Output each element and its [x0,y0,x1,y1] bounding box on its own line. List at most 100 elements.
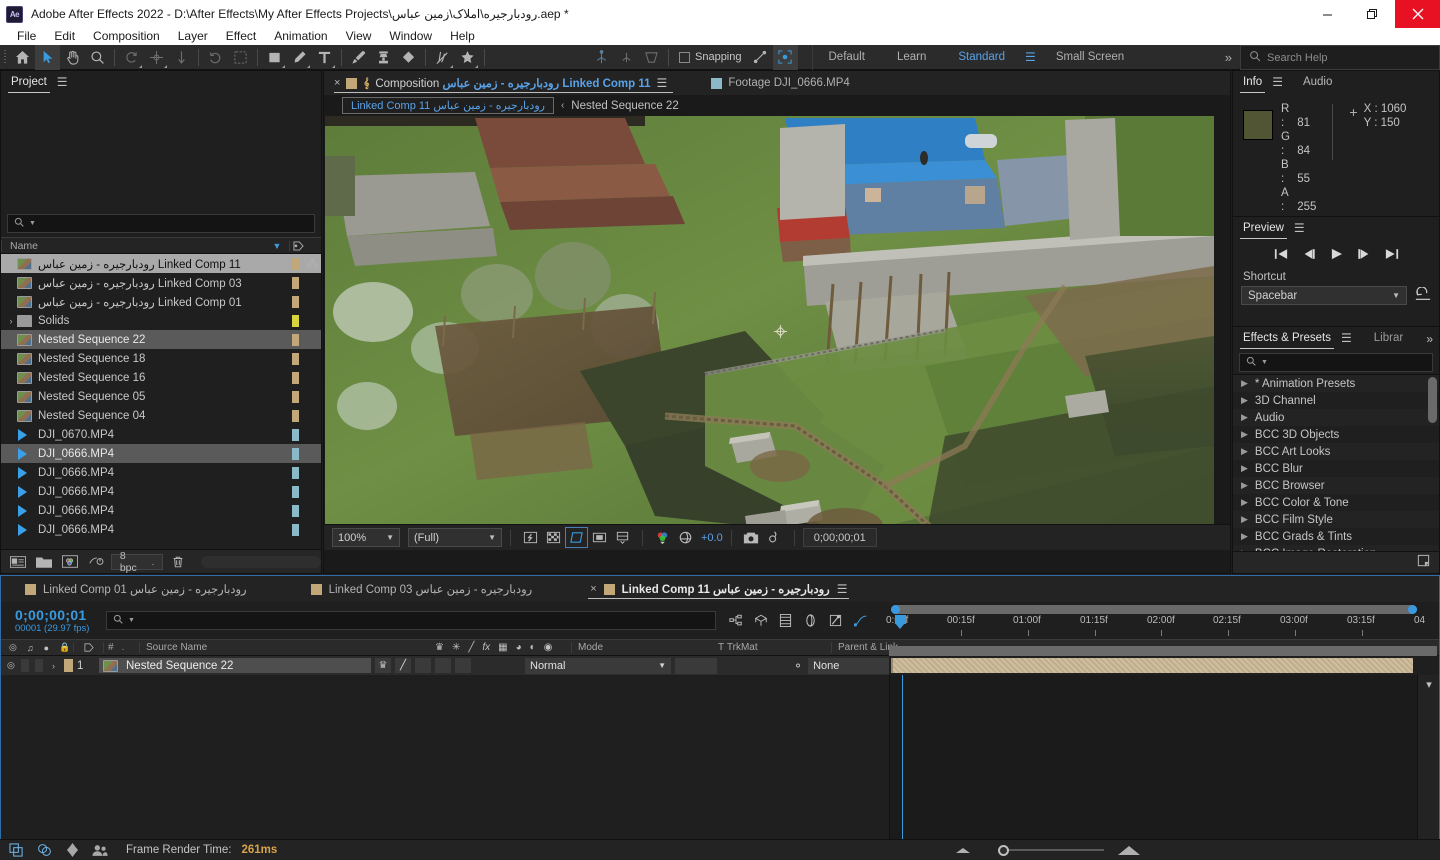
selection-tool-icon[interactable] [35,44,60,70]
project-footer-scrollbar[interactable] [201,555,322,568]
list-item[interactable]: ▶ * Animation Presets [1233,375,1439,392]
pickwhip-icon[interactable]: ⚬ [793,659,803,673]
menu-animation[interactable]: Animation [265,28,336,45]
menu-layer[interactable]: Layer [169,28,217,45]
list-item[interactable]: رودبارجیره - زمین عباس Linked Comp 01 [1,292,321,311]
chevron-right-icon[interactable]: ▶ [1241,497,1248,508]
chevron-right-icon[interactable]: ▶ [1241,463,1248,474]
zoom-tool-icon[interactable] [85,45,110,70]
effects-group-list[interactable]: ▶ * Animation Presets ▶ 3D Channel ▶ Audio … [1233,374,1439,552]
chevron-right-icon[interactable]: ▶ [1241,480,1248,491]
viewer-timecode[interactable]: 0;00;00;01 [802,528,877,547]
draft-3d-icon[interactable] [751,611,770,630]
close-tab-icon[interactable]: × [590,583,596,595]
list-item[interactable]: Nested Sequence 05 [1,387,321,406]
pan-behind-tool-icon[interactable] [169,45,194,70]
roto-brush-icon[interactable] [430,45,455,70]
workspace-default[interactable]: Default [813,45,881,70]
show-snapshot-icon[interactable] [763,527,786,548]
menu-window[interactable]: Window [380,28,441,45]
breadcrumb-nested-comp[interactable]: Nested Sequence 22 [571,100,678,112]
workspace-small-screen[interactable]: Small Screen [1040,45,1140,70]
exposure-icon[interactable] [674,527,697,548]
list-item[interactable]: ▶ BCC Browser [1233,477,1439,494]
workspace-standard[interactable]: Standard [942,45,1021,70]
composition-preview-image[interactable] [325,116,1214,541]
viewer-stage[interactable]: 100% ▼ (Full) ▼ +0.0 0;00;00;01 [324,116,1230,550]
shy-toggle[interactable]: ♛ [375,658,391,673]
label-color-swatch[interactable] [292,485,299,498]
playhead-marker[interactable] [895,615,906,629]
list-item[interactable]: ▶ BCC Film Style [1233,511,1439,528]
layer-duration-track[interactable] [889,656,1439,675]
list-item[interactable]: ▶ Audio [1233,409,1439,426]
next-frame-icon[interactable] [1357,248,1371,263]
track-matte-select[interactable] [675,657,717,674]
shortcut-select[interactable]: Spacebar ▼ [1241,286,1407,305]
list-item[interactable]: DJI_0666.MP4 [1,482,321,501]
blend-mode-select[interactable]: Normal ▼ [525,657,671,674]
solo-toggle[interactable] [35,659,44,672]
timeline-work-area[interactable] [889,646,1437,656]
timeline-zoom-track[interactable] [891,605,1417,614]
list-item[interactable]: ▶ BCC 3D Objects [1233,426,1439,443]
workspace-menu-icon[interactable]: ☰ [1021,50,1040,64]
list-item[interactable]: Nested Sequence 22 [1,330,321,349]
breadcrumb-arrow-icon[interactable]: ‹ [554,100,571,111]
composition-mini-flowchart-icon[interactable] [726,611,745,630]
timeline-zoom-slider[interactable] [984,845,1104,856]
project-search-input[interactable]: ▼ [7,214,315,233]
quality-toggle[interactable]: ╱ [395,658,411,673]
list-item[interactable]: › Solids [1,311,321,330]
label-color-swatch[interactable] [292,295,299,308]
snapping-checkbox[interactable] [679,51,690,63]
last-frame-icon[interactable] [1385,248,1399,263]
layer-copies-icon[interactable] [6,842,26,859]
tab-info[interactable]: Info [1239,71,1266,94]
menu-edit[interactable]: Edit [45,28,84,45]
lock-icon[interactable]: 🔒 [59,642,70,653]
graph-editor-icon[interactable] [851,611,870,630]
label-color-swatch[interactable] [292,447,299,460]
frame-blend-icon[interactable]: ▦ [498,642,507,653]
label-tag-icon[interactable] [289,240,307,251]
resolution-select[interactable]: (Full) ▼ [408,528,502,547]
list-item[interactable]: ▶ BCC Blur [1233,460,1439,477]
transparency-grid-icon[interactable] [542,527,565,548]
minimize-button[interactable] [1305,0,1350,28]
disclosure-triangle-icon[interactable]: › [5,316,17,326]
quality-icon[interactable]: ╱ [468,642,474,653]
workspace-learn[interactable]: Learn [881,45,942,70]
label-color-swatch[interactable] [292,276,299,289]
list-item[interactable]: ▶ BCC Color & Tone [1233,494,1439,511]
track-xy-icon[interactable] [639,45,664,70]
current-timecode[interactable]: 0;00;00;01 [15,607,106,623]
list-item[interactable]: Nested Sequence 04 [1,406,321,425]
new-folder-icon[interactable] [33,553,55,571]
effects-search-input[interactable]: ▼ [1239,353,1433,372]
label-color-swatch[interactable] [292,466,299,479]
eye-icon[interactable]: ◎ [9,642,17,653]
previous-frame-icon[interactable] [1302,248,1316,263]
chevron-double-right-icon[interactable]: » [1225,50,1232,65]
trash-icon[interactable] [167,553,189,571]
home-icon[interactable] [10,45,35,70]
source-name-header[interactable]: Source Name [139,642,429,653]
tab-project[interactable]: Project [8,71,50,94]
puppet-pin-icon[interactable] [455,45,480,70]
panel-menu-icon[interactable]: ☰ [837,578,848,601]
timeline-ruler[interactable]: 0:00f 00:15f 01:00f 01:15f 02:00f 02:15f… [886,602,1439,639]
effects-scrollbar[interactable] [1428,377,1437,423]
label-color-swatch[interactable] [292,409,299,422]
list-item[interactable]: رودبارجیره - زمین عباس Linked Comp 03 [1,273,321,292]
rotation-tool-icon[interactable] [119,45,144,70]
zoom-in-icon[interactable] [1118,845,1140,855]
rotate-tool-icon[interactable] [203,45,228,70]
snapshot-icon[interactable] [740,527,763,548]
brush-tool-icon[interactable] [346,45,371,70]
list-item[interactable]: ▶ 3D Channel [1233,392,1439,409]
label-color-swatch[interactable] [292,352,299,365]
interpret-footage-icon[interactable] [7,553,29,571]
list-item[interactable]: DJI_0670.MP4 [1,425,321,444]
tab-effects-and-presets[interactable]: Effects & Presets [1240,327,1334,350]
